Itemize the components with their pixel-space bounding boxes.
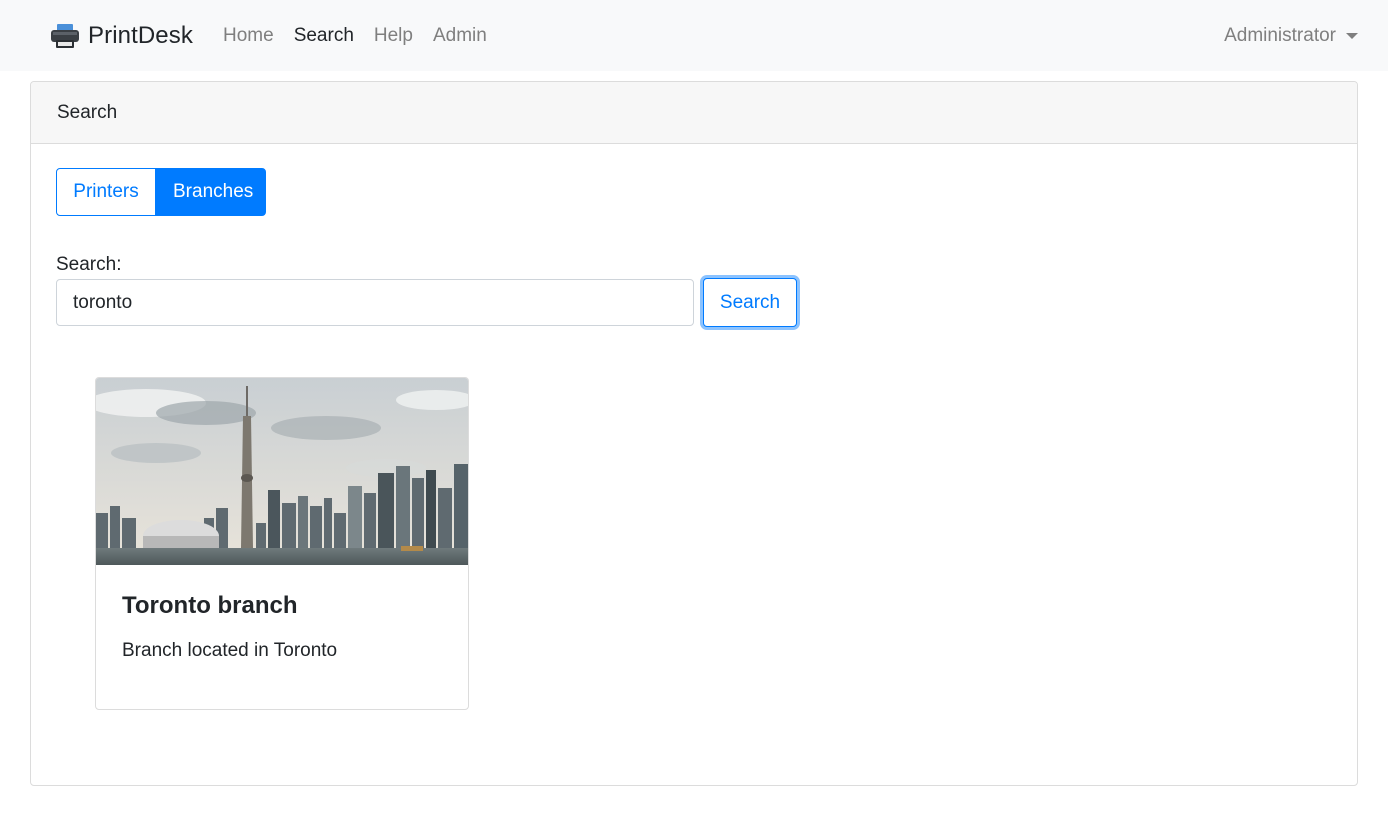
brand-name: PrintDesk xyxy=(88,22,193,49)
search-button[interactable]: Search xyxy=(703,278,797,327)
printer-icon xyxy=(51,24,79,48)
result-title: Toronto branch xyxy=(122,592,298,619)
nav-search[interactable]: Search xyxy=(294,24,354,48)
user-dropdown[interactable]: Administrator xyxy=(1224,24,1358,48)
printers-toggle-button[interactable]: Printers xyxy=(56,168,156,216)
top-navbar: PrintDesk Home Search Help Admin Adminis… xyxy=(0,0,1388,71)
search-label: Search: xyxy=(56,254,122,275)
card-title: Search xyxy=(57,101,118,123)
nav-links: Home Search Help Admin xyxy=(223,24,507,48)
toronto-skyline-image xyxy=(96,378,468,565)
result-card[interactable]: Toronto branch Branch located in Toronto xyxy=(95,377,469,710)
chevron-down-icon xyxy=(1346,33,1358,39)
branches-toggle-button[interactable]: Branches xyxy=(156,168,266,216)
user-name: Administrator xyxy=(1224,25,1336,46)
brand-link[interactable]: PrintDesk xyxy=(50,20,193,52)
card-header: Search xyxy=(31,82,1357,144)
search-card: Search Printers Branches Search: Search xyxy=(30,81,1358,786)
nav-help[interactable]: Help xyxy=(374,24,413,48)
nav-admin[interactable]: Admin xyxy=(433,24,487,48)
search-input[interactable] xyxy=(56,279,694,326)
result-description: Branch located in Toronto xyxy=(122,640,338,661)
nav-home[interactable]: Home xyxy=(223,24,274,48)
search-type-toggle: Printers Branches xyxy=(56,168,266,216)
